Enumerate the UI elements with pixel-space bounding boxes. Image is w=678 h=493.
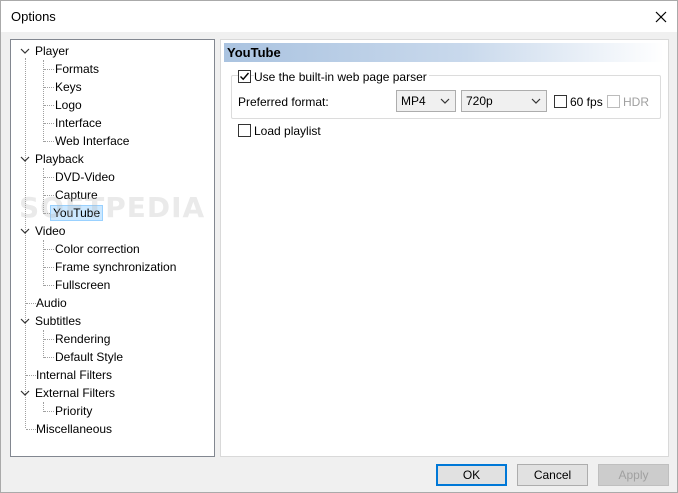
apply-button[interactable]: Apply [598, 464, 669, 486]
chevron-down-icon[interactable] [20, 154, 30, 164]
tree-video-line [43, 240, 44, 286]
close-icon [655, 11, 667, 22]
preferred-format-label: Preferred format: [238, 95, 329, 109]
chevron-down-icon [531, 98, 541, 104]
chevron-down-icon[interactable] [20, 316, 30, 326]
fps60-checkbox[interactable] [554, 95, 567, 108]
chevron-down-icon [440, 98, 450, 104]
tree-item-priority[interactable]: Priority [53, 402, 94, 420]
window-title: Options [11, 9, 56, 24]
tree-item-default-style[interactable]: Default Style [53, 348, 125, 366]
tree-item-frame-sync[interactable]: Frame synchronization [53, 258, 178, 276]
format-select-value: MP4 [401, 94, 426, 108]
tree-playback-line [43, 168, 44, 214]
tree-item-capture[interactable]: Capture [53, 186, 100, 204]
load-playlist-checkbox[interactable] [238, 124, 251, 137]
hdr-label: HDR [623, 95, 649, 109]
tree-item-interface[interactable]: Interface [53, 114, 104, 132]
tree-item-formats[interactable]: Formats [53, 60, 101, 78]
resolution-select[interactable]: 720p [461, 90, 547, 112]
tree-item-keys[interactable]: Keys [53, 78, 84, 96]
use-parser-label: Use the built-in web page parser [254, 70, 429, 84]
use-parser-checkbox[interactable] [238, 70, 251, 83]
tree-item-fullscreen[interactable]: Fullscreen [53, 276, 112, 294]
title-bar: Options [1, 1, 677, 32]
resolution-select-value: 720p [466, 94, 493, 108]
format-select[interactable]: MP4 [396, 90, 456, 112]
chevron-down-icon[interactable] [20, 46, 30, 56]
tree-root-line [25, 58, 26, 428]
cancel-button[interactable]: Cancel [517, 464, 588, 486]
options-tree[interactable]: Player Formats Keys Logo Interface Web I… [10, 39, 215, 457]
ok-button[interactable]: OK [436, 464, 507, 486]
tree-item-youtube[interactable]: YouTube [50, 204, 104, 222]
fps60-label: 60 fps [570, 95, 603, 109]
hdr-checkbox[interactable] [607, 95, 620, 108]
chevron-down-icon[interactable] [20, 388, 30, 398]
load-playlist-label: Load playlist [254, 124, 321, 138]
tree-item-internal-filters[interactable]: Internal Filters [34, 366, 114, 384]
tree-item-color-correction[interactable]: Color correction [53, 240, 142, 258]
tree-item-logo[interactable]: Logo [53, 96, 84, 114]
close-button[interactable] [645, 1, 677, 32]
tree-item-rendering[interactable]: Rendering [53, 330, 112, 348]
tree-player-line [43, 60, 44, 142]
tree-item-miscellaneous[interactable]: Miscellaneous [34, 420, 114, 438]
tree-item-dvd-video[interactable]: DVD-Video [53, 168, 117, 186]
panel-header: YouTube [224, 43, 664, 62]
settings-panel: YouTube Use the built-in web page parser… [220, 39, 669, 457]
tree-item-audio[interactable]: Audio [34, 294, 69, 312]
tree-subtitles-line [43, 330, 44, 358]
options-dialog: Options Player Formats Keys Logo Interfa… [0, 0, 678, 493]
checkmark-icon [240, 72, 250, 81]
chevron-down-icon[interactable] [20, 226, 30, 236]
tree-item-web-interface[interactable]: Web Interface [53, 132, 131, 150]
